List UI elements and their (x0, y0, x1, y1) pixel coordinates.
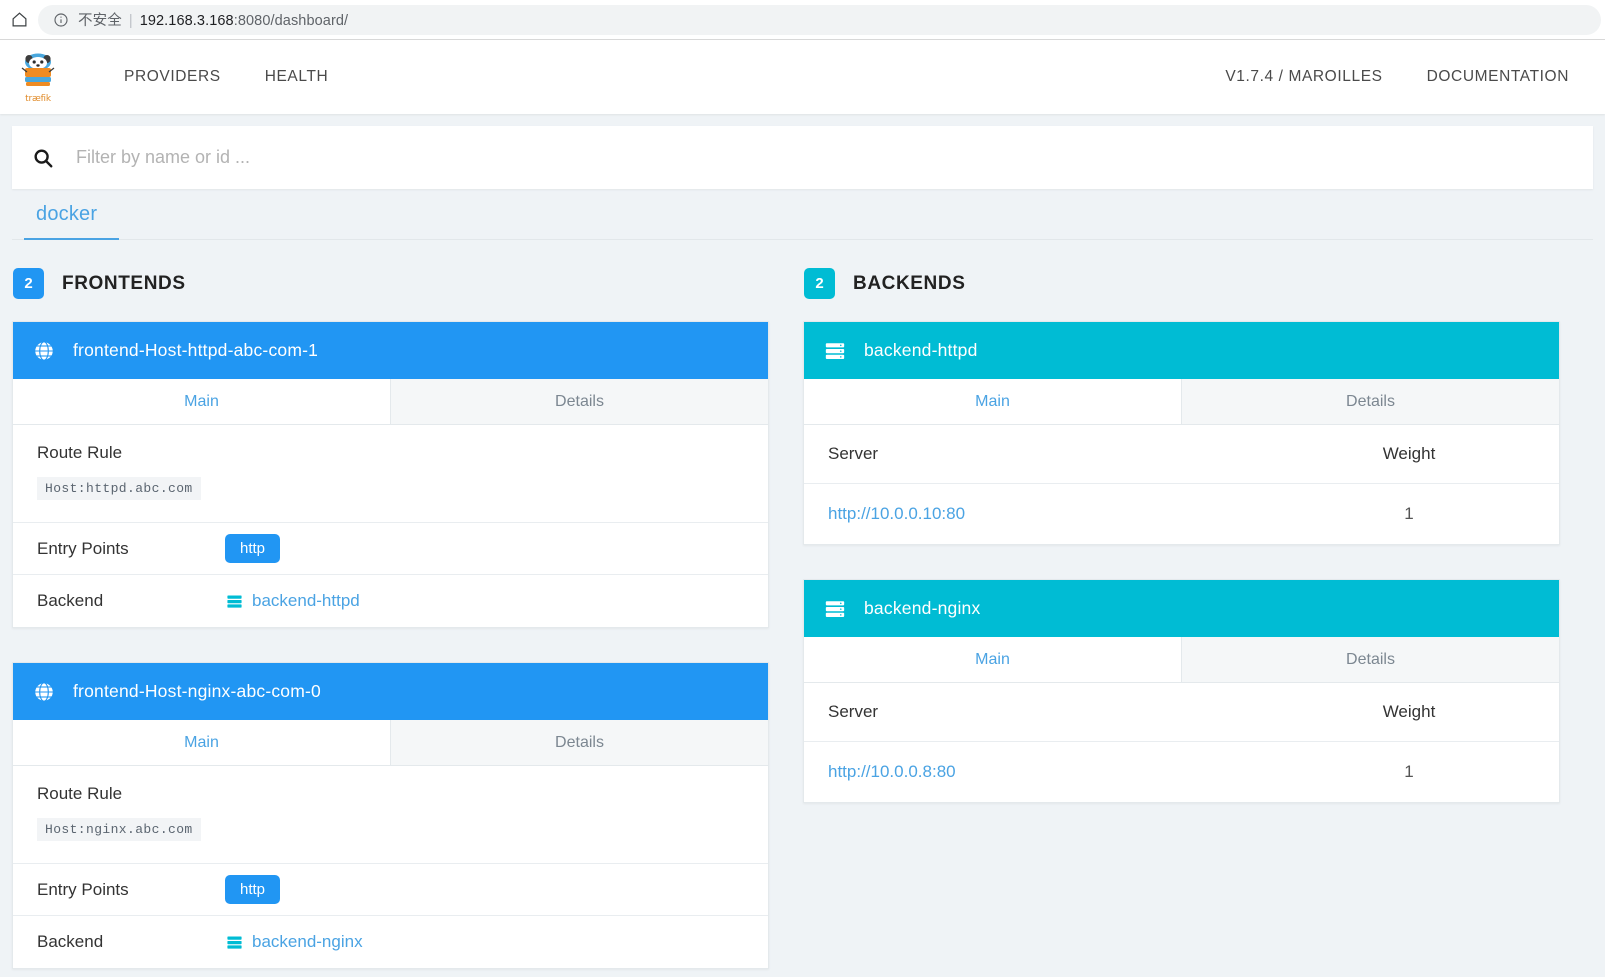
server-url-link[interactable]: http://10.0.0.8:80 (828, 762, 956, 781)
backend-link[interactable]: backend-httpd (225, 591, 360, 611)
backends-count-badge: 2 (804, 268, 835, 299)
security-label: 不安全 (78, 13, 122, 29)
tab-main[interactable]: Main (13, 379, 391, 424)
frontend-card-header[interactable]: frontend-Host-httpd-abc-com-1 (13, 322, 768, 379)
tab-details[interactable]: Details (1181, 379, 1559, 424)
backend-card-tabs: Main Details (804, 637, 1559, 683)
route-rule-block: Route Rule Host:httpd.abc.com (13, 425, 768, 523)
column-header-server: Server (804, 683, 1259, 742)
frontend-card-header[interactable]: frontend-Host-nginx-abc-com-0 (13, 663, 768, 720)
table-header-row: Server Weight (804, 683, 1559, 742)
info-icon[interactable] (52, 11, 69, 28)
backend-card-header[interactable]: backend-nginx (804, 580, 1559, 637)
backend-servers-table: Server Weight http://10.0.0.8:80 1 (804, 683, 1559, 802)
tab-main[interactable]: Main (804, 379, 1182, 424)
nav-item-health[interactable]: HEALTH (243, 40, 351, 114)
url-path: :8080/dashboard/ (233, 13, 349, 29)
backend-card: backend-nginx Main Details Server Weight… (803, 579, 1560, 803)
secondary-nav: V1.7.4 / MAROILLES DOCUMENTATION (1203, 40, 1591, 114)
backend-label: Backend (37, 932, 104, 951)
tab-main[interactable]: Main (13, 720, 391, 765)
server-icon (225, 933, 243, 951)
route-rule-value: Host:httpd.abc.com (37, 477, 201, 500)
frontend-card-tabs: Main Details (13, 720, 768, 766)
route-rule-label: Route Rule (37, 443, 123, 462)
frontend-card-title: frontend-Host-nginx-abc-com-0 (73, 681, 321, 701)
tab-details[interactable]: Details (390, 379, 768, 424)
globe-icon (31, 338, 57, 364)
address-bar[interactable]: 不安全 | 192.168.3.168:8080/dashboard/ (38, 4, 1601, 35)
dashboard-columns: 2 FRONTENDS frontend-Host-httpd-abc-com-… (0, 268, 1605, 977)
home-icon[interactable] (4, 5, 34, 35)
entry-points-row: Entry Points http (13, 523, 768, 575)
frontends-section-header: 2 FRONTENDS (12, 268, 769, 299)
nav-item-providers[interactable]: PROVIDERS (102, 40, 243, 114)
backend-link-text: backend-httpd (252, 591, 360, 610)
column-header-server: Server (804, 425, 1259, 484)
route-rule-block: Route Rule Host:nginx.abc.com (13, 766, 768, 864)
backends-section-title: BACKENDS (853, 272, 966, 294)
weight-cell: 1 (1404, 504, 1414, 523)
primary-nav: PROVIDERS HEALTH (102, 40, 350, 114)
frontends-section-title: FRONTENDS (62, 272, 186, 294)
provider-tab-docker[interactable]: docker (24, 189, 120, 240)
backends-section-header: 2 BACKENDS (803, 268, 1560, 299)
logo-wordmark: træfik (25, 93, 51, 104)
provider-tab-list: docker (12, 189, 1593, 240)
entry-point-badge-http[interactable]: http (225, 534, 281, 563)
backend-row: Backend backend-httpd (13, 575, 768, 627)
search-input[interactable] (76, 147, 1575, 168)
url-separator: | (128, 13, 133, 29)
tab-details[interactable]: Details (1181, 637, 1559, 682)
entry-points-label: Entry Points (37, 879, 129, 899)
server-icon (225, 592, 243, 610)
server-icon (822, 338, 848, 364)
entry-points-row: Entry Points http (13, 864, 768, 916)
backend-label: Backend (37, 591, 104, 610)
entry-points-label: Entry Points (37, 538, 129, 558)
url-host: 192.168.3.168 (139, 13, 234, 29)
globe-icon (31, 679, 57, 705)
traefik-logo[interactable]: træfik (10, 47, 66, 107)
server-cell: http://10.0.0.10:80 (804, 484, 1259, 545)
backend-card-tabs: Main Details (804, 379, 1559, 425)
server-cell: http://10.0.0.8:80 (804, 742, 1259, 803)
server-icon (822, 596, 848, 622)
route-rule-value: Host:nginx.abc.com (37, 818, 201, 841)
entry-point-badge-http[interactable]: http (225, 875, 281, 904)
table-row: http://10.0.0.10:80 1 (804, 484, 1559, 545)
frontends-count-badge: 2 (13, 268, 44, 299)
backend-servers-table: Server Weight http://10.0.0.10:80 1 (804, 425, 1559, 544)
tab-details[interactable]: Details (390, 720, 768, 765)
search-icon (30, 145, 56, 171)
frontends-column: 2 FRONTENDS frontend-Host-httpd-abc-com-… (12, 268, 769, 977)
server-url-link[interactable]: http://10.0.0.10:80 (828, 504, 965, 523)
backend-card-header[interactable]: backend-httpd (804, 322, 1559, 379)
table-row: http://10.0.0.8:80 1 (804, 742, 1559, 803)
backends-column: 2 BACKENDS backend-httpd Main Details Se… (803, 268, 1560, 977)
frontend-card-title: frontend-Host-httpd-abc-com-1 (73, 340, 319, 360)
route-rule-label: Route Rule (37, 784, 123, 803)
backend-row: Backend backend-nginx (13, 916, 768, 968)
url-text: 不安全 | 192.168.3.168:8080/dashboard/ (78, 9, 348, 30)
app-header: træfik PROVIDERS HEALTH V1.7.4 / MAROILL… (0, 40, 1605, 114)
backend-link[interactable]: backend-nginx (225, 932, 363, 952)
backend-card-title: backend-nginx (864, 598, 981, 618)
backend-link-text: backend-nginx (252, 932, 363, 951)
nav-item-documentation[interactable]: DOCUMENTATION (1405, 40, 1591, 114)
backend-card-title: backend-httpd (864, 340, 978, 360)
frontend-card: frontend-Host-nginx-abc-com-0 Main Detai… (12, 662, 769, 969)
backend-card: backend-httpd Main Details Server Weight… (803, 321, 1560, 545)
browser-toolbar: 不安全 | 192.168.3.168:8080/dashboard/ (0, 0, 1605, 40)
column-header-weight: Weight (1259, 425, 1559, 484)
tab-main[interactable]: Main (804, 637, 1182, 682)
table-header-row: Server Weight (804, 425, 1559, 484)
weight-cell: 1 (1404, 762, 1414, 781)
frontend-card: frontend-Host-httpd-abc-com-1 Main Detai… (12, 321, 769, 628)
search-bar (12, 126, 1593, 189)
traefik-mascot-icon (21, 53, 55, 86)
nav-item-version[interactable]: V1.7.4 / MAROILLES (1203, 40, 1404, 114)
frontend-card-tabs: Main Details (13, 379, 768, 425)
column-header-weight: Weight (1259, 683, 1559, 742)
